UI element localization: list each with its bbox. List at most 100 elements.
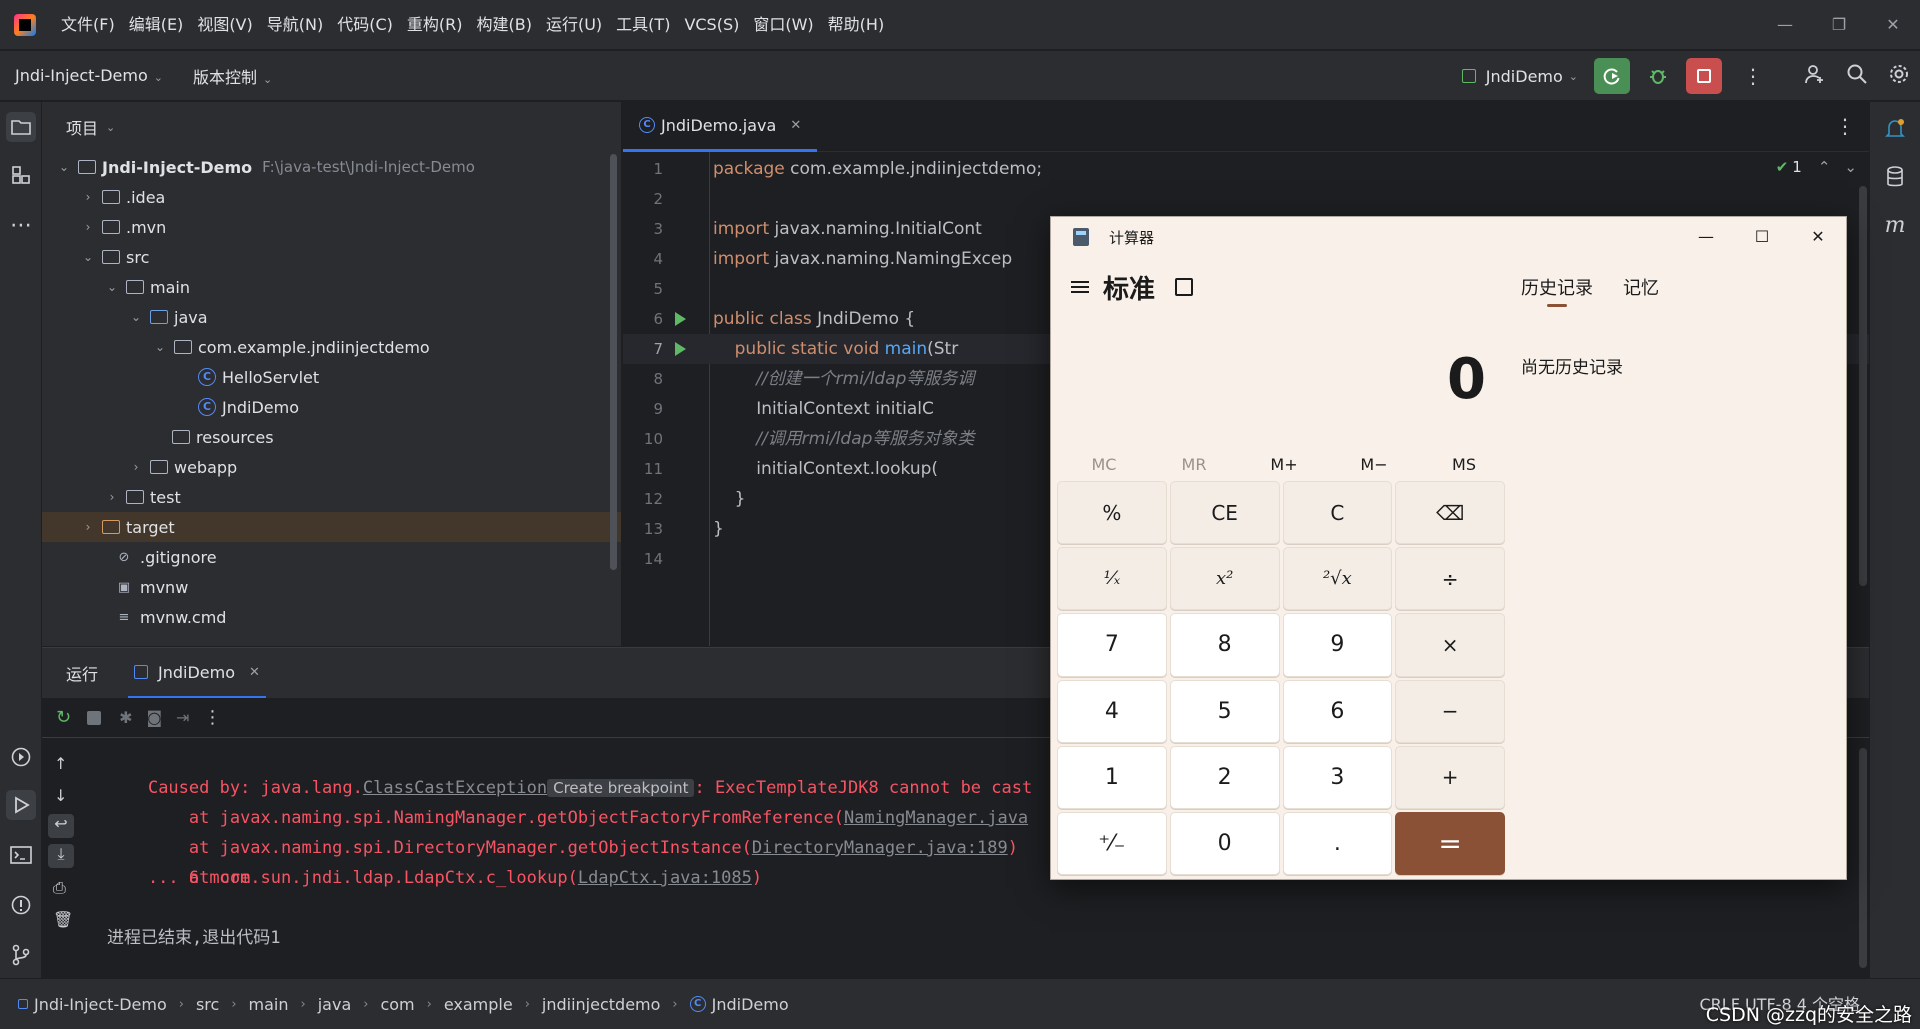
tab-history[interactable]: 历史记录 — [1521, 274, 1593, 307]
memory-subtract-button[interactable]: M− — [1329, 445, 1419, 485]
problems-icon[interactable] — [6, 890, 36, 920]
tree-item-webapp[interactable]: › webapp — [42, 452, 621, 482]
digit-1-button[interactable]: 1 — [1057, 745, 1167, 809]
stop-button[interactable] — [1686, 58, 1722, 94]
digit-6-button[interactable]: 6 — [1282, 679, 1393, 743]
console-scrollbar[interactable] — [1859, 748, 1867, 968]
tree-item-resources[interactable]: resources — [42, 422, 621, 452]
menu-tools[interactable]: 工具(T) — [609, 10, 677, 40]
memory-clear-button[interactable]: MC — [1059, 445, 1149, 485]
menu-code[interactable]: 代码(C) — [330, 10, 400, 40]
divide-button[interactable]: ÷ — [1395, 547, 1505, 611]
breadcrumb-item[interactable]: Jndi-Inject-Demo — [34, 995, 167, 1014]
editor-scrollbar[interactable] — [1859, 186, 1867, 586]
soft-wrap-icon[interactable]: ↩ — [48, 814, 74, 838]
more-vertical-icon[interactable]: ⋮ — [1835, 114, 1855, 138]
database-icon[interactable] — [1880, 162, 1910, 192]
memory-recall-button[interactable]: MR — [1149, 445, 1239, 485]
digit-8-button[interactable]: 8 — [1169, 613, 1280, 677]
exit-icon[interactable]: ⇥ — [176, 708, 189, 727]
equals-button[interactable]: = — [1395, 811, 1505, 875]
square-root-button[interactable]: ²√x — [1282, 547, 1393, 611]
vcs-selector[interactable]: 版本控制 ⌄ — [193, 64, 272, 88]
digit-7-button[interactable]: 7 — [1057, 613, 1167, 677]
breadcrumb-item[interactable]: java — [318, 995, 352, 1014]
close-icon[interactable]: ✕ — [1866, 0, 1920, 50]
keep-on-top-icon[interactable] — [1175, 278, 1194, 296]
rerun-icon[interactable]: ↻ — [56, 707, 71, 728]
digit-3-button[interactable]: 3 — [1282, 745, 1393, 809]
project-panel-header[interactable]: 项目 ⌄ — [42, 102, 621, 152]
scroll-to-end-icon[interactable]: ⤓ — [48, 844, 74, 868]
percent-button[interactable]: % — [1057, 481, 1167, 545]
camera-icon[interactable]: ◙ — [147, 708, 163, 727]
stop-icon[interactable] — [87, 710, 102, 725]
project-selector[interactable]: Jndi-Inject-Demo ⌄ — [15, 66, 163, 85]
chevron-up-icon[interactable]: ⌃ — [1818, 158, 1831, 176]
add-user-icon[interactable] — [1794, 63, 1836, 90]
breadcrumb-item[interactable]: example — [444, 995, 513, 1014]
hamburger-menu-icon[interactable] — [1071, 279, 1091, 295]
structure-icon[interactable] — [6, 160, 36, 190]
arrow-down-icon[interactable]: ↓ — [54, 786, 67, 805]
minus-button[interactable]: − — [1395, 679, 1505, 743]
rerun-button[interactable] — [1594, 58, 1630, 94]
tree-item-root[interactable]: ⌄ Jndi-Inject-Demo F:\java-test\Jndi-Inj… — [42, 152, 621, 182]
digit-5-button[interactable]: 5 — [1169, 679, 1280, 743]
source-link[interactable]: LdapCtx.java:1085 — [578, 868, 752, 888]
services-icon[interactable] — [6, 742, 36, 772]
tree-item-mvnw[interactable]: ▣ mvnw — [42, 572, 621, 602]
tab-memory[interactable]: 记忆 — [1623, 274, 1659, 300]
minimize-icon[interactable]: — — [1758, 0, 1812, 50]
tree-item-java[interactable]: ⌄ java — [42, 302, 621, 332]
tree-item-mvnw-cmd[interactable]: ≡ mvnw.cmd — [42, 602, 621, 632]
digit-2-button[interactable]: 2 — [1169, 745, 1280, 809]
breadcrumb-item[interactable]: src — [196, 995, 219, 1014]
clear-button[interactable]: C — [1282, 481, 1393, 545]
tree-item-src[interactable]: ⌄ src — [42, 242, 621, 272]
tree-item-jndidemo[interactable]: C JndiDemo — [42, 392, 621, 422]
decimal-button[interactable]: . — [1282, 811, 1393, 875]
tree-item-target[interactable]: › target — [42, 512, 621, 542]
tree-item-helloservlet[interactable]: C HelloServlet — [42, 362, 621, 392]
run-tool-icon[interactable] — [6, 790, 36, 820]
tree-item-idea[interactable]: › .idea — [42, 182, 621, 212]
tree-item-main[interactable]: ⌄ main — [42, 272, 621, 302]
arrow-up-icon[interactable]: ↑ — [54, 754, 67, 773]
tree-item-mvn[interactable]: › .mvn — [42, 212, 621, 242]
project-folder-icon[interactable] — [6, 112, 36, 142]
close-tab-icon[interactable]: ✕ — [249, 665, 260, 680]
debug-button[interactable] — [1640, 58, 1676, 94]
maximize-icon[interactable]: ☐ — [1734, 217, 1790, 257]
breadcrumb-item[interactable]: com — [380, 995, 414, 1014]
digit-0-button[interactable]: 0 — [1169, 811, 1280, 875]
debug-disabled-icon[interactable]: ✱ — [119, 708, 132, 727]
square-button[interactable]: x² — [1169, 547, 1280, 611]
clear-entry-button[interactable]: CE — [1169, 481, 1280, 545]
breadcrumb-item[interactable]: jndiinjectdemo — [542, 995, 661, 1014]
menu-file[interactable]: 文件(F) — [54, 10, 122, 40]
close-icon[interactable]: ✕ — [1790, 217, 1846, 257]
memory-add-button[interactable]: M+ — [1239, 445, 1329, 485]
editor-tab-jndidemo[interactable]: C JndiDemo.java ✕ — [623, 102, 818, 152]
terminal-icon[interactable] — [6, 840, 36, 870]
breadcrumb-item[interactable]: main — [249, 995, 289, 1014]
memory-store-button[interactable]: MS — [1419, 445, 1509, 485]
git-branch-icon[interactable] — [6, 940, 36, 970]
source-link[interactable]: DirectoryManager.java:189 — [752, 838, 1008, 858]
digit-9-button[interactable]: 9 — [1282, 613, 1393, 677]
print-icon[interactable]: ⎙ — [53, 878, 66, 898]
run-tab-jndidemo[interactable]: JndiDemo ✕ — [128, 648, 266, 698]
run-gutter-icon[interactable] — [675, 342, 686, 356]
menu-refactor[interactable]: 重构(R) — [400, 10, 470, 40]
menu-run[interactable]: 运行(U) — [539, 10, 609, 40]
tree-item-test[interactable]: › test — [42, 482, 621, 512]
multiply-button[interactable]: × — [1395, 613, 1505, 677]
reciprocal-button[interactable]: ¹⁄ₓ — [1057, 547, 1167, 611]
trash-icon[interactable]: 🗑 — [53, 910, 73, 929]
inspection-widget[interactable]: ✔ 1 ⌃ ⌄ — [1776, 158, 1857, 176]
tree-item-gitignore[interactable]: ⊘ .gitignore — [42, 542, 621, 572]
project-scrollbar[interactable] — [610, 154, 617, 570]
notifications-bell-icon[interactable] — [1880, 114, 1910, 144]
menu-vcs[interactable]: VCS(S) — [677, 10, 746, 40]
